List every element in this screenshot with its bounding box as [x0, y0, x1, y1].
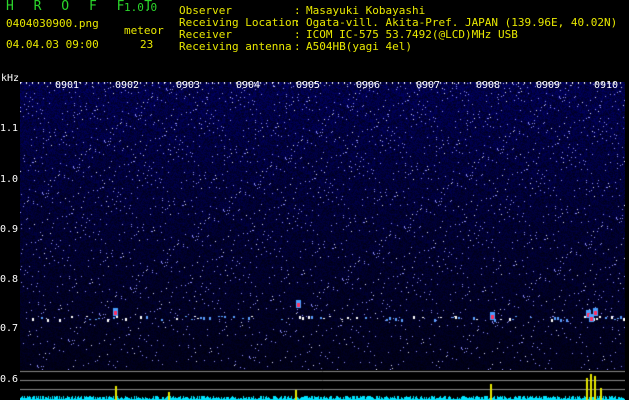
signal-level-panel — [20, 370, 625, 400]
meteor-label: meteor — [124, 24, 164, 37]
x-tick-label: 0907 — [416, 80, 441, 91]
x-tick-label: 0901 — [55, 80, 80, 91]
spectrogram-canvas — [20, 82, 625, 370]
x-tick-label: 0910 — [594, 80, 619, 91]
x-tick-label: 0906 — [356, 80, 381, 91]
file-name: 0404030900.png — [6, 17, 99, 30]
date-time: 04.04.03 09:00 — [6, 38, 99, 51]
x-tick-label: 0905 — [296, 80, 321, 91]
x-tick-label: 0902 — [115, 80, 140, 91]
antenna-value: A504HB(yagi 4el) — [306, 40, 412, 53]
y-tick-label: 0.6 — [0, 374, 19, 385]
antenna-separator: : — [294, 40, 301, 53]
meteor-count: 23 — [140, 38, 154, 51]
y-tick-label: 1.1 — [0, 123, 19, 134]
app-version: 1.0.0 — [124, 1, 158, 14]
axis-unit-label: kHz — [1, 73, 20, 84]
x-tick-label: 0909 — [536, 80, 561, 91]
x-tick-label: 0904 — [236, 80, 261, 91]
y-tick-label: 1.0 — [0, 174, 19, 185]
y-tick-label: 0.7 — [0, 323, 19, 334]
y-tick-label: 0.8 — [0, 274, 19, 285]
x-tick-label: 0903 — [176, 80, 201, 91]
y-tick-label: 0.9 — [0, 224, 19, 235]
antenna-label: Receiving antenna — [179, 40, 292, 53]
x-tick-label: 0908 — [476, 80, 501, 91]
